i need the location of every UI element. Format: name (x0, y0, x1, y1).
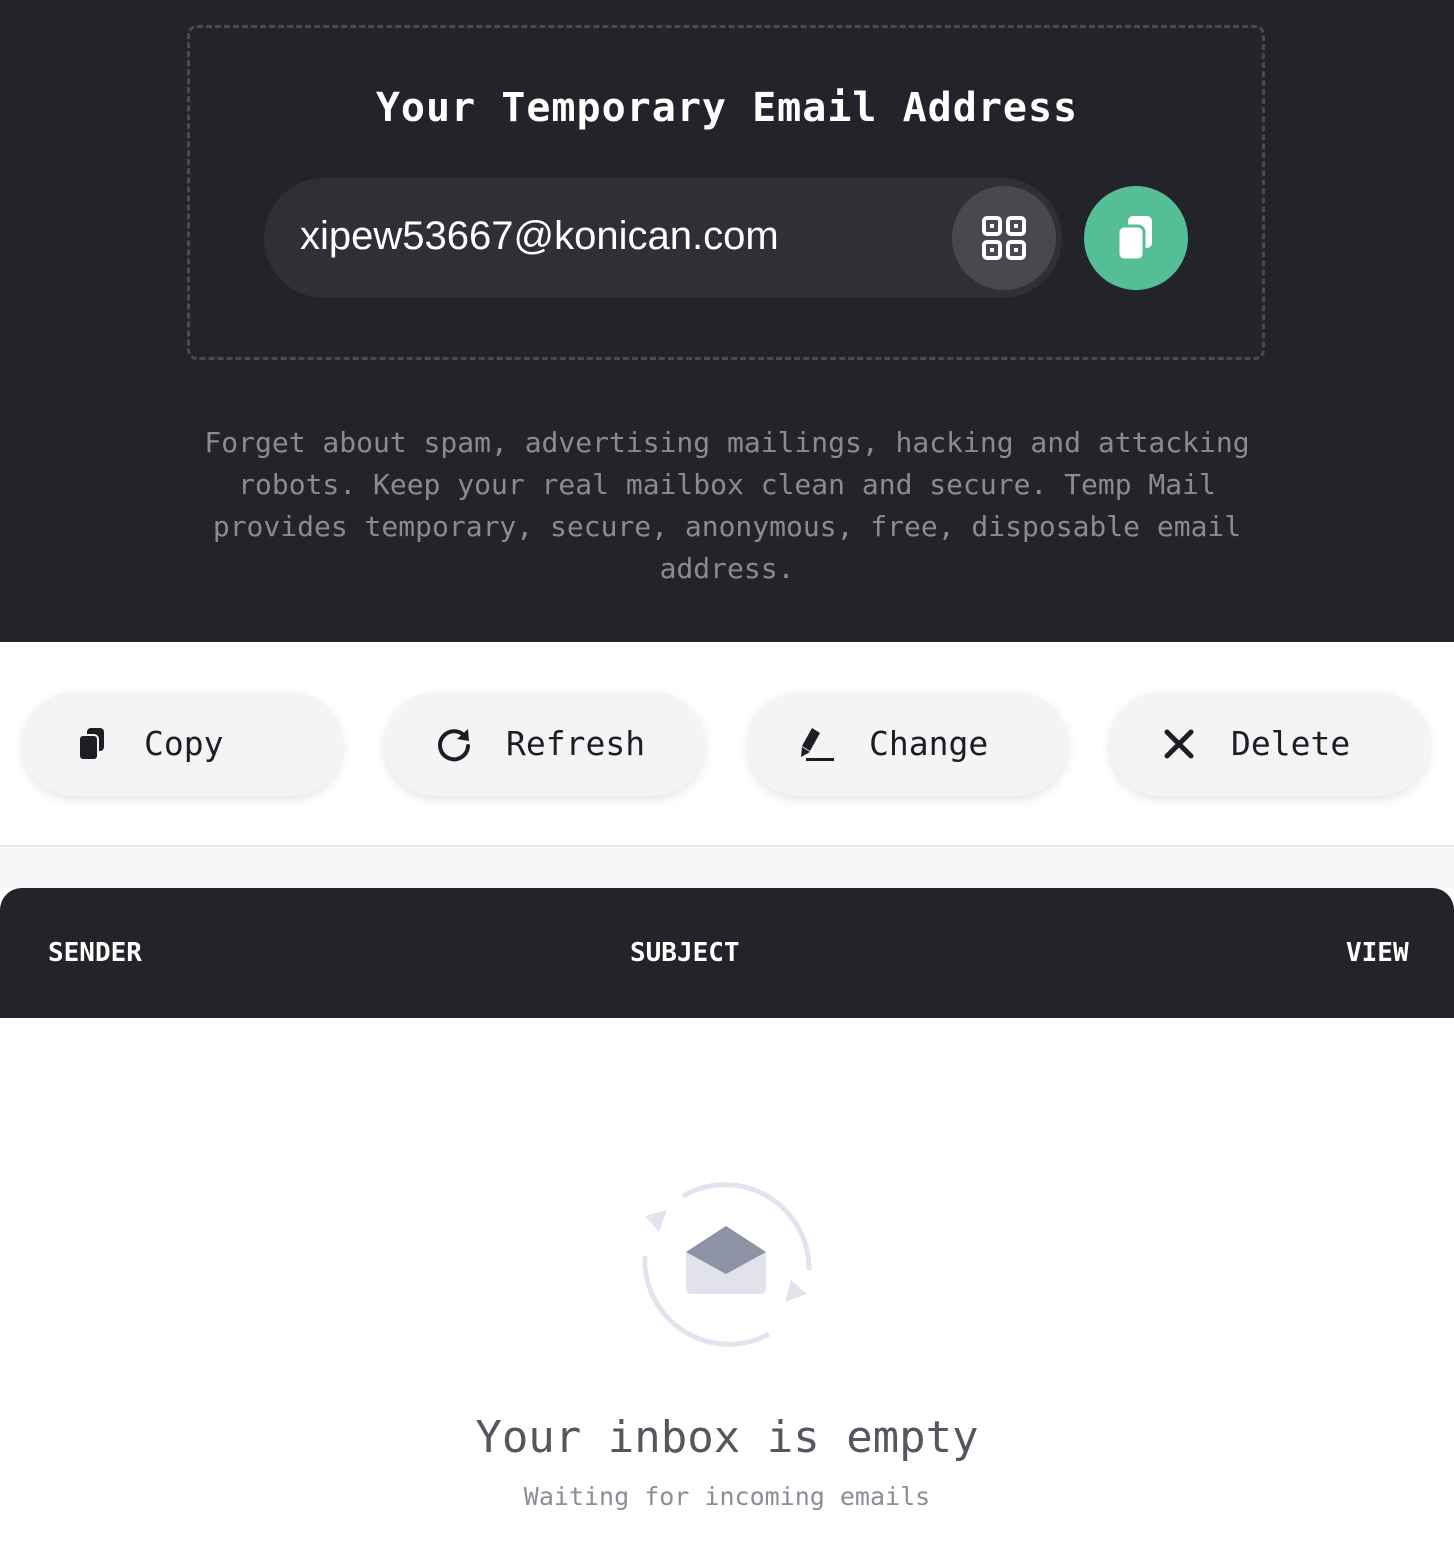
email-address[interactable]: xipew53667@konican.com (300, 210, 940, 262)
delete-button[interactable]: Delete (1109, 692, 1430, 796)
refresh-button[interactable]: Refresh (384, 692, 705, 796)
refresh-button-label: Refresh (506, 724, 646, 763)
column-view: VIEW (1346, 938, 1409, 968)
copy-icon (72, 724, 112, 764)
delete-button-label: Delete (1231, 724, 1351, 763)
change-button[interactable]: Change (747, 692, 1068, 796)
refresh-icon (434, 724, 474, 764)
edit-pen-icon (797, 724, 837, 764)
copy-button[interactable]: Copy (22, 692, 343, 796)
copy-icon (1116, 216, 1152, 262)
copy-email-button[interactable] (1084, 186, 1188, 290)
envelope-refresh-icon (631, 1170, 821, 1360)
qr-code-icon (982, 216, 1026, 260)
column-subject: SUBJECT (630, 938, 740, 968)
close-icon (1159, 724, 1199, 764)
empty-inbox-title: Your inbox is empty (475, 1412, 979, 1463)
section-divider (0, 848, 1454, 888)
copy-button-label: Copy (144, 724, 224, 763)
qr-code-button[interactable] (952, 186, 1056, 290)
column-sender: SENDER (48, 938, 142, 968)
hero-description: Forget about spam, advertising mailings,… (204, 426, 1250, 585)
page-title: Your Temporary Email Address (375, 85, 1079, 131)
empty-inbox-subtitle: Waiting for incoming emails (523, 1482, 931, 1511)
change-button-label: Change (869, 724, 989, 763)
